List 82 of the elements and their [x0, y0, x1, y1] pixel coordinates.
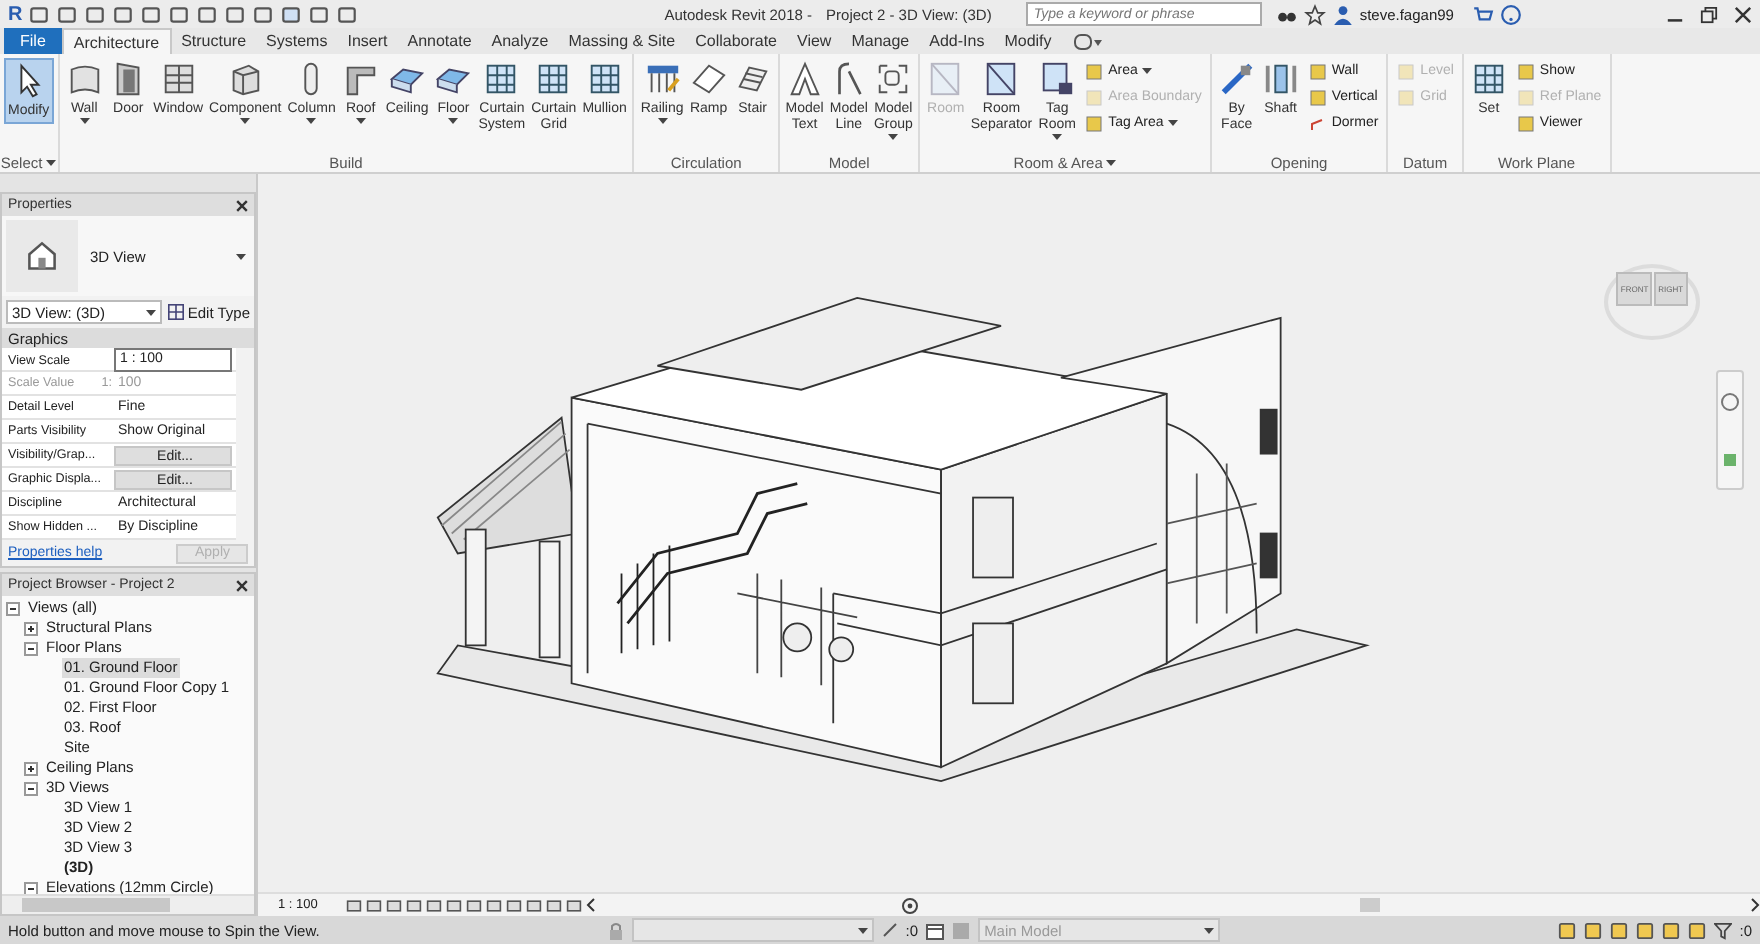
- tree-toggle-icon[interactable]: [24, 781, 38, 795]
- chevron-right-icon[interactable]: [1750, 898, 1760, 912]
- square-icon: [1515, 87, 1536, 107]
- caret-icon: [236, 253, 246, 259]
- caret-icon: [1052, 134, 1063, 140]
- group-icon: [874, 60, 913, 98]
- panel-toggle-icon[interactable]: [1073, 33, 1102, 49]
- tree-toggle-icon[interactable]: [6, 601, 20, 615]
- grid-icon: [482, 60, 521, 98]
- tree-toggle-icon[interactable]: [24, 641, 38, 655]
- wheel-icon[interactable]: [1720, 391, 1740, 411]
- tree-toggle-icon[interactable]: [24, 761, 38, 775]
- grid-icon: [585, 60, 624, 98]
- caret-icon: [355, 118, 366, 124]
- scrollbar-thumb[interactable]: [1359, 898, 1380, 912]
- spin-icon: [899, 895, 920, 915]
- ribbon-tab[interactable]: Manage: [841, 28, 920, 54]
- tree-toggle-icon[interactable]: [24, 621, 38, 635]
- square-icon: [1515, 61, 1536, 81]
- caret-icon: [448, 118, 459, 124]
- square-icon: [1084, 61, 1105, 81]
- grid-icon: [534, 60, 573, 98]
- horizontal-scrollbar[interactable]: [2, 894, 254, 914]
- ribbon-tab[interactable]: Modify: [994, 28, 1062, 54]
- tree-toggle-icon[interactable]: [24, 881, 38, 894]
- square-icon: [1084, 113, 1105, 133]
- chevron-left-icon[interactable]: [585, 898, 596, 912]
- ribbon-tab[interactable]: Add-Ins: [919, 28, 995, 54]
- ribbon-tab[interactable]: Insert: [337, 28, 398, 54]
- railing-icon: [643, 60, 682, 98]
- room-icon: [926, 60, 965, 98]
- angle-icon: [1307, 113, 1328, 133]
- square-icon: [1515, 113, 1536, 133]
- caret-icon: [857, 927, 868, 933]
- grid-icon: [1469, 60, 1508, 98]
- square-icon: [1084, 87, 1105, 107]
- ribbon-tab[interactable]: Analyze: [481, 28, 559, 54]
- wall-icon: [65, 60, 104, 98]
- user-icon[interactable]: [1331, 3, 1354, 25]
- shaft-icon: [1261, 60, 1300, 98]
- restore-icon[interactable]: [1700, 5, 1718, 23]
- dimension-icon[interactable]: [881, 922, 898, 938]
- house-icon: [24, 238, 60, 274]
- ribbon-tab[interactable]: View: [787, 28, 842, 54]
- ribbon-tab[interactable]: Annotate: [397, 28, 482, 54]
- navigation-bar[interactable]: [1716, 370, 1744, 490]
- caret-icon: [79, 118, 90, 124]
- letter-icon: [785, 60, 824, 98]
- grid-icon: [167, 304, 184, 320]
- filter-icon[interactable]: [1713, 921, 1732, 939]
- cart-icon[interactable]: [1471, 3, 1494, 25]
- ribbon-tab[interactable]: Systems: [256, 28, 338, 54]
- room-icon: [982, 60, 1021, 98]
- caret-icon: [888, 134, 899, 140]
- app-logo[interactable]: R: [8, 3, 23, 25]
- file-tab[interactable]: File: [4, 28, 62, 54]
- ribbon-tab[interactable]: Massing & Site: [558, 28, 686, 54]
- caret-icon: [657, 118, 668, 124]
- ribbon-tab[interactable]: Collaborate: [685, 28, 788, 54]
- diagonal-icon: [1217, 60, 1256, 98]
- square-icon: [1396, 61, 1417, 81]
- ribbon-tab[interactable]: Structure: [171, 28, 257, 54]
- caret-icon: [145, 309, 156, 315]
- caret-icon: [240, 118, 251, 124]
- scrollbar-thumb[interactable]: [22, 898, 171, 912]
- caret-icon: [1106, 159, 1117, 165]
- ramp-icon: [689, 60, 728, 98]
- square-icon: [1307, 61, 1328, 81]
- close-icon[interactable]: [236, 579, 248, 591]
- caret-icon: [1141, 68, 1152, 74]
- square-icon: [1307, 87, 1328, 107]
- caret-icon: [1204, 927, 1215, 933]
- ribbon-tab[interactable]: Architecture: [61, 28, 172, 54]
- square-icon: [1396, 87, 1417, 107]
- caret-icon: [46, 159, 57, 165]
- star-icon[interactable]: [1303, 3, 1326, 25]
- calendar-icon[interactable]: [926, 921, 945, 939]
- caret-icon: [306, 118, 317, 124]
- help-icon[interactable]: [1499, 3, 1522, 25]
- close-icon[interactable]: [1734, 5, 1752, 23]
- close-icon[interactable]: [236, 199, 248, 211]
- caret-icon: [1167, 120, 1178, 126]
